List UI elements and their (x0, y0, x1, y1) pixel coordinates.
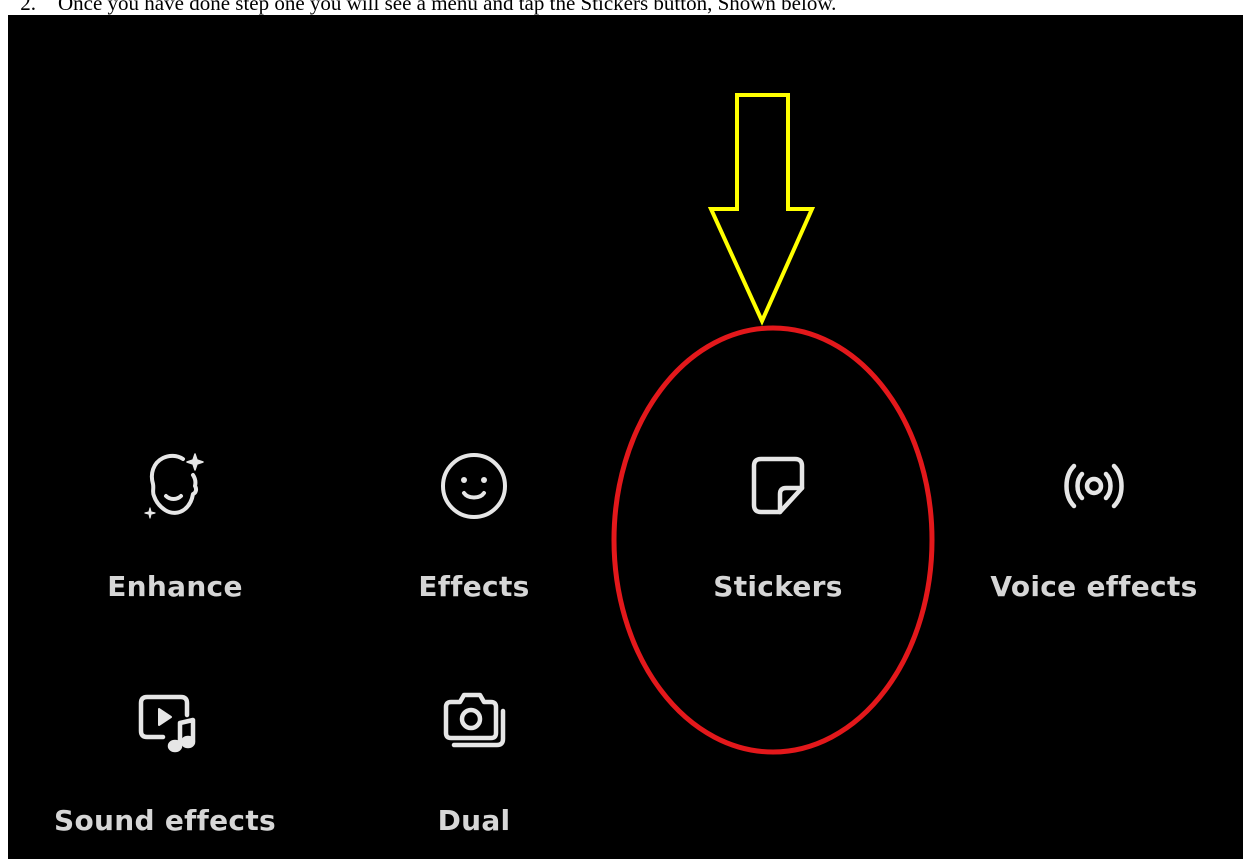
dual-camera-icon (443, 692, 506, 748)
dual-button[interactable]: Dual (354, 681, 594, 851)
enhance-label: Enhance (107, 570, 243, 603)
stickers-button[interactable]: Stickers (658, 446, 898, 616)
sound-effects-label: Sound effects (54, 804, 276, 837)
sticker-icon (751, 456, 805, 515)
effects-label: Effects (418, 570, 530, 603)
instruction-text: 2. Once you have done step one you will s… (0, 0, 1243, 15)
enhance-face-icon (144, 453, 204, 519)
effects-button[interactable]: Effects (354, 446, 594, 616)
enhance-button[interactable]: Enhance (55, 446, 295, 616)
effects-menu-panel: Enhance Effects Stickers Voice effects S… (8, 15, 1243, 859)
step-description: Once you have done step one you will see… (58, 0, 837, 15)
smiley-face-icon (441, 453, 507, 519)
step-number: 2. (20, 0, 36, 15)
voice-effects-button[interactable]: Voice effects (974, 446, 1214, 616)
stickers-label: Stickers (713, 570, 843, 603)
voice-effects-label: Voice effects (990, 570, 1198, 603)
dual-label: Dual (437, 804, 511, 837)
sound-effects-button[interactable]: Sound effects (45, 681, 285, 851)
voice-waves-icon (1064, 463, 1124, 509)
sound-effects-icon (138, 694, 196, 753)
